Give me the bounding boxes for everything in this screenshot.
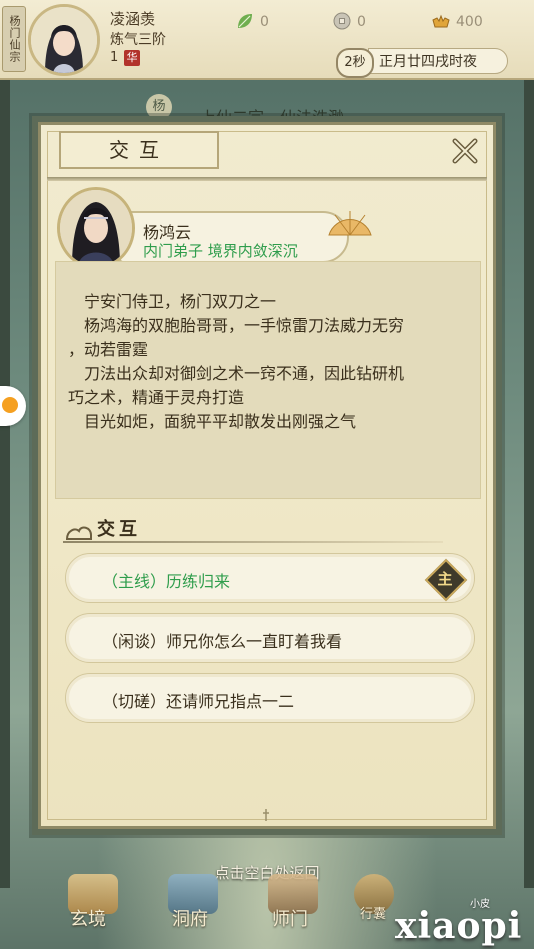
npc-avatar-icon bbox=[60, 190, 132, 266]
title-divider bbox=[47, 177, 487, 181]
watermark-logo: xiaopi bbox=[395, 905, 523, 947]
nav-xuanjing[interactable]: 玄境 bbox=[70, 905, 106, 931]
npc-title: 内门弟子 境界内敛深沉 bbox=[143, 242, 298, 260]
description-line: 宁安门侍卫，杨门双刀之一 bbox=[84, 292, 277, 311]
gold-ingot-icon bbox=[432, 14, 450, 28]
nav-shimen[interactable]: 师门 bbox=[272, 905, 308, 931]
background-tag: 杨 bbox=[146, 94, 172, 120]
resource-gold-value: 400 bbox=[456, 14, 483, 30]
game-date: 正月廿四戌时夜 bbox=[368, 48, 508, 74]
resource-coin[interactable]: 0 bbox=[333, 12, 366, 30]
coin-icon bbox=[333, 12, 351, 30]
knot-ornament-icon bbox=[263, 809, 269, 821]
option-main-quest[interactable]: （主线）历练归来 主 bbox=[65, 553, 475, 603]
option-label: （切磋）还请师兄指点一二 bbox=[102, 692, 295, 711]
player-level: 1 bbox=[110, 50, 119, 65]
option-label: （闲谈）师兄你怎么一直盯着我看 bbox=[102, 632, 343, 651]
option-chat[interactable]: （闲谈）师兄你怎么一直盯着我看 bbox=[65, 613, 475, 663]
interaction-dialog: 交互 杨鸿云 内门弟子 境界内敛深沉 宁安门侍卫，杨门双刀之一 杨鸿海的双胞胎哥… bbox=[32, 116, 502, 835]
resource-coin-value: 0 bbox=[357, 14, 366, 30]
dialog-title: 交互 bbox=[59, 131, 219, 169]
close-icon bbox=[452, 138, 478, 164]
player-badge: 华 bbox=[124, 50, 140, 66]
sect-tag[interactable]: 杨门仙宗 bbox=[2, 6, 26, 72]
description-line: 杨鸿海的双胞胎哥哥，一手惊雷刀法威力无穷 bbox=[84, 316, 405, 335]
interaction-section-header: 交互 bbox=[63, 513, 443, 543]
description-line: 刀法出众却对御剑之术一窍不通，因此钻研机 bbox=[84, 364, 405, 383]
description-line: 目光如炬，面貌平平却散发出刚强之气 bbox=[84, 412, 357, 431]
player-name: 凌涵羡 bbox=[110, 10, 156, 28]
npc-portrait[interactable] bbox=[57, 187, 135, 269]
main-quest-badge: 主 bbox=[424, 558, 468, 602]
assistant-dot-icon bbox=[2, 397, 18, 413]
description-line: ，动若雷霆 bbox=[68, 340, 149, 359]
nav-xingnang[interactable]: 行囊 bbox=[360, 903, 386, 922]
nav-dongfu[interactable]: 洞府 bbox=[172, 905, 208, 931]
player-realm: 炼气三阶 bbox=[110, 32, 166, 48]
npc-description: 宁安门侍卫，杨门双刀之一 杨鸿海的双胞胎哥哥，一手惊雷刀法威力无穷 ，动若雷霆 … bbox=[55, 261, 481, 499]
resource-leaf[interactable]: 0 bbox=[236, 12, 269, 30]
section-title: 交互 bbox=[97, 519, 141, 540]
resource-leaf-value: 0 bbox=[260, 14, 269, 30]
option-spar[interactable]: （切磋）还请师兄指点一二 bbox=[65, 673, 475, 723]
leaf-icon bbox=[238, 14, 252, 28]
option-label: （主线）历练归来 bbox=[102, 572, 231, 591]
cloud-ornament-icon bbox=[65, 526, 92, 540]
close-button[interactable] bbox=[447, 133, 483, 169]
resource-gold[interactable]: 400 bbox=[432, 12, 483, 30]
player-avatar-icon bbox=[31, 7, 97, 73]
countdown-timer: 2秒 bbox=[336, 48, 374, 78]
main-quest-badge-label: 主 bbox=[437, 570, 453, 588]
section-divider bbox=[63, 541, 443, 543]
fan-ornament-icon bbox=[328, 211, 372, 236]
description-line: 巧之术，精通于灵舟打造 bbox=[68, 388, 245, 407]
player-avatar[interactable] bbox=[28, 4, 100, 76]
player-status-bar: 杨门仙宗 凌涵羡 炼气三阶 1 华 0 0 400 正月廿四戌时夜 2秒 bbox=[0, 0, 534, 80]
